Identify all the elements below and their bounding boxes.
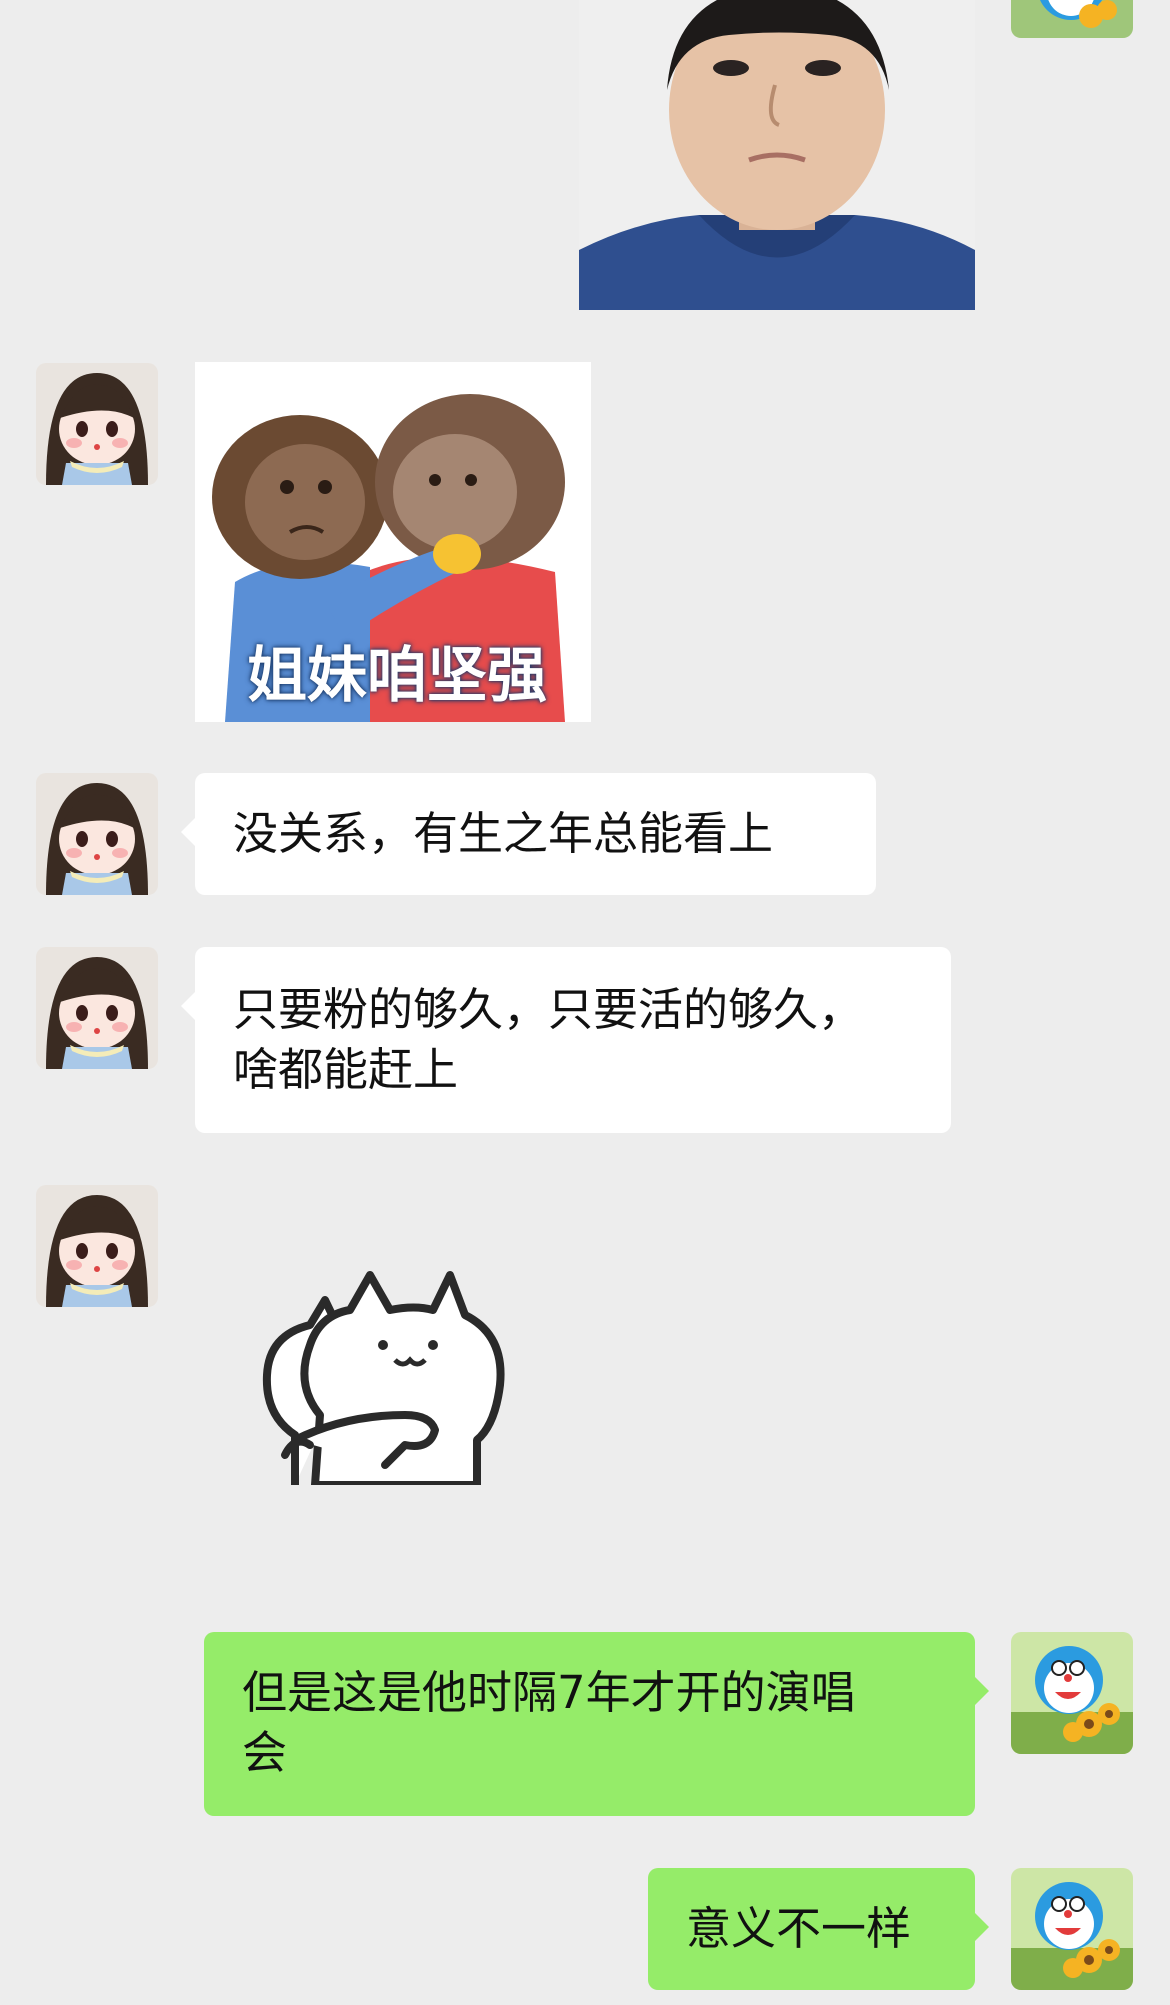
avatar-contact[interactable]: [36, 773, 158, 895]
sticker-caption: 姐妹咱坚强: [247, 641, 547, 711]
message-text-line: 但是这是他时隔7年才开的演唱: [242, 1666, 856, 1719]
avatar-self[interactable]: [1011, 1632, 1133, 1754]
girl-doll-avatar-icon: [36, 947, 158, 1069]
message-text-line: 只要粉的够久，只要活的够久，: [233, 983, 864, 1036]
sticker-monkeys-hug[interactable]: 姐妹咱坚强: [195, 362, 591, 722]
girl-doll-avatar-icon: [36, 1185, 158, 1307]
doraemon-sunflower-avatar-icon: [1011, 1868, 1133, 1990]
avatar-self[interactable]: [1011, 0, 1133, 38]
cat-pat-icon: [262, 1271, 505, 1485]
avatar-contact[interactable]: [36, 363, 158, 485]
message-text-line: 啥都能赶上: [233, 1043, 459, 1096]
avatar-self[interactable]: [1011, 1868, 1133, 1990]
avatar-contact[interactable]: [36, 1185, 158, 1307]
girl-doll-avatar-icon: [36, 363, 158, 485]
doraemon-avatar-icon: [1011, 0, 1133, 38]
message-text: 没关系，有生之年总能看上: [233, 807, 774, 860]
boy-photo-icon: [579, 0, 975, 310]
message-image-boy[interactable]: [579, 0, 975, 310]
message-text: 意义不一样: [686, 1902, 912, 1955]
message-bubble-outgoing[interactable]: 意义不一样: [648, 1868, 989, 1990]
message-text-line: 会: [242, 1726, 288, 1779]
message-bubble-outgoing[interactable]: 但是这是他时隔7年才开的演唱 会: [204, 1632, 989, 1816]
message-bubble-incoming[interactable]: 没关系，有生之年总能看上: [181, 773, 876, 895]
doraemon-sunflower-avatar-icon: [1011, 1632, 1133, 1754]
girl-doll-avatar-icon: [36, 773, 158, 895]
message-bubble-incoming[interactable]: 只要粉的够久，只要活的够久， 啥都能赶上: [181, 947, 951, 1133]
sticker-cat-pat[interactable]: [255, 1265, 530, 1485]
avatar-contact[interactable]: [36, 947, 158, 1069]
